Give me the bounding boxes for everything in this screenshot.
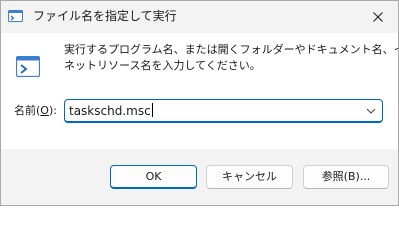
browse-button[interactable]: 参照(B)... bbox=[303, 165, 389, 189]
run-app-icon bbox=[8, 10, 23, 22]
close-icon bbox=[373, 12, 383, 22]
open-label-accesskey: O bbox=[40, 104, 49, 117]
open-input-value: taskschd.msc bbox=[69, 104, 151, 118]
description-line-2: ネットリソース名を入力してください。 bbox=[64, 59, 261, 72]
run-icon bbox=[16, 56, 40, 77]
title-bar[interactable]: ファイル名を指定して実行 bbox=[1, 1, 398, 33]
open-combobox[interactable]: taskschd.msc bbox=[64, 99, 383, 123]
open-label-suffix: ): bbox=[48, 104, 57, 117]
description-line-1: 実行するプログラム名、または開くフォルダーやドキュメント名、インター bbox=[64, 43, 398, 56]
dialog-description: 実行するプログラム名、または開くフォルダーやドキュメント名、インター ネットリソ… bbox=[64, 42, 398, 74]
ok-button[interactable]: OK bbox=[110, 165, 197, 189]
window-title: ファイル名を指定して実行 bbox=[33, 9, 177, 23]
run-dialog: ファイル名を指定して実行 実行するプログラム名、または開くフォルダーやドキュメン… bbox=[0, 0, 399, 206]
close-button[interactable] bbox=[358, 1, 398, 33]
open-input[interactable]: taskschd.msc bbox=[69, 103, 153, 119]
open-label: 名前(O): bbox=[14, 103, 57, 119]
open-label-prefix: 名前( bbox=[14, 104, 41, 117]
chevron-down-icon[interactable] bbox=[366, 106, 376, 116]
text-caret bbox=[151, 103, 153, 117]
cancel-button[interactable]: キャンセル bbox=[206, 165, 293, 189]
